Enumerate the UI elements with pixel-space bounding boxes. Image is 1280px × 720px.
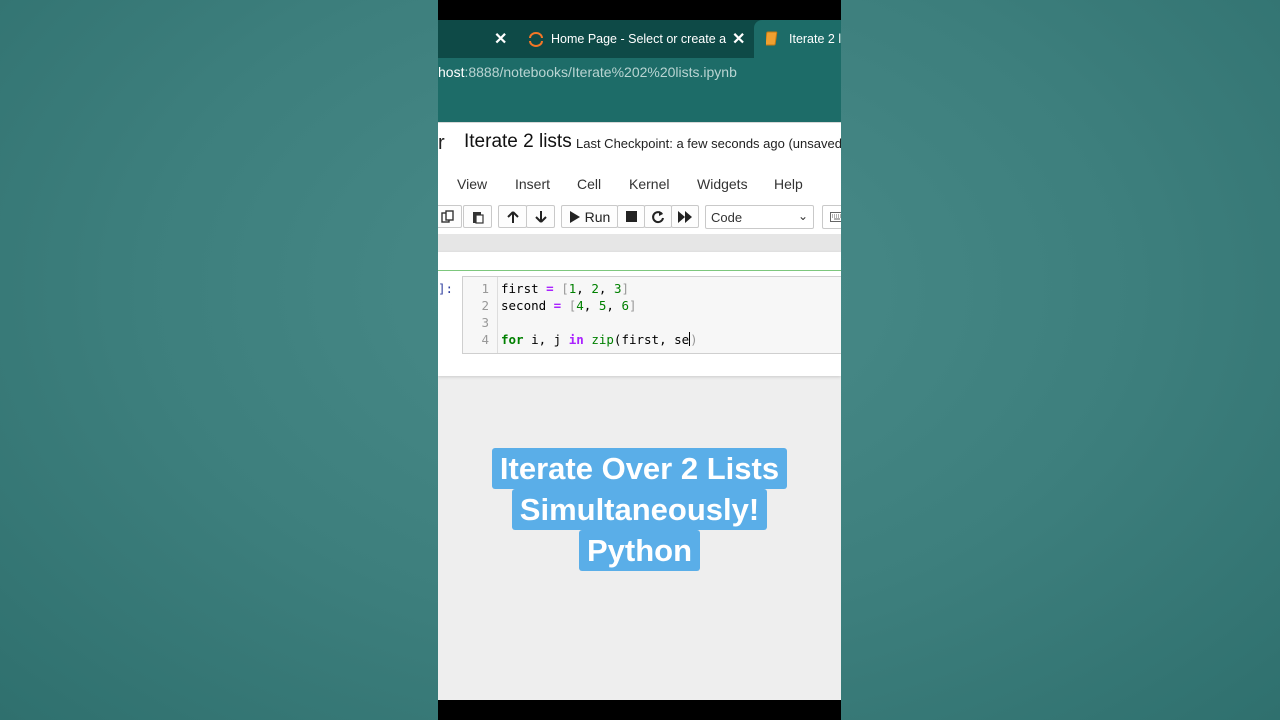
code-token: ] — [628, 298, 637, 313]
code-line-2: second = [4, 5, 6] — [501, 298, 637, 313]
notebook-container: ]: 1 2 3 4 first = [1, 2, 3] second = [4… — [438, 252, 841, 376]
url-text[interactable]: host:8888/notebooks/Iterate%202%20lists.… — [438, 64, 737, 80]
close-tab-icon[interactable]: ✕ — [494, 29, 507, 49]
url-path: :8888/notebooks/Iterate%202%20lists.ipyn… — [464, 64, 737, 80]
jupyter-logo-fragment[interactable]: r — [438, 132, 445, 155]
bottom-letterbox — [438, 700, 841, 720]
arrow-down-icon — [534, 210, 547, 223]
line-number: 1 — [481, 281, 489, 296]
cell-type-select[interactable]: Code ⌄ — [705, 205, 814, 229]
code-token: = — [546, 298, 569, 313]
restart-icon — [652, 210, 664, 223]
notebook-toolbar: Run Code ⌄ — [438, 200, 841, 234]
toolbar-divider — [438, 234, 841, 252]
run-button[interactable]: Run — [561, 205, 618, 228]
jupyter-header: r Iterate 2 lists Last Checkpoint: a few… — [438, 122, 841, 169]
browser-tab-home[interactable]: Home Page - Select or create a n ✕ — [518, 20, 750, 58]
code-editor[interactable]: 1 2 3 4 first = [1, 2, 3] second = [4, 5… — [462, 276, 841, 354]
play-icon — [569, 210, 580, 223]
browser-tab-active[interactable]: Iterate 2 li — [754, 20, 841, 58]
code-token: ) — [690, 332, 698, 347]
code-token: 4 — [576, 298, 584, 313]
line-number: 4 — [481, 332, 489, 347]
caption-line-2: Simultaneously! — [511, 489, 768, 530]
paste-cell-button[interactable] — [463, 205, 492, 228]
code-token: 2 — [591, 281, 599, 296]
code-token: for — [501, 332, 524, 347]
code-token: second — [501, 298, 547, 313]
checkpoint-status: Last Checkpoint: a few seconds ago (unsa… — [576, 136, 841, 151]
url-host: host — [438, 64, 465, 80]
video-caption: Iterate Over 2 Lists Simultaneously! Pyt… — [438, 448, 841, 571]
address-bar[interactable]: host:8888/notebooks/Iterate%202%20lists.… — [438, 58, 841, 86]
code-cell[interactable]: ]: 1 2 3 4 first = [1, 2, 3] second = [4… — [438, 270, 841, 363]
notebook-favicon-icon — [766, 31, 778, 46]
top-letterbox — [438, 0, 841, 20]
code-token: = — [538, 281, 562, 296]
menu-kernel[interactable]: Kernel — [629, 176, 669, 192]
code-token: 6 — [621, 298, 629, 313]
command-palette-button[interactable] — [822, 205, 841, 229]
code-token: first, se — [621, 332, 690, 347]
move-up-button[interactable] — [498, 205, 527, 228]
code-token: zip — [591, 332, 614, 347]
notebook-title[interactable]: Iterate 2 lists — [464, 131, 572, 153]
menu-help[interactable]: Help — [774, 176, 803, 192]
caption-line-1: Iterate Over 2 Lists — [491, 448, 788, 489]
run-label: Run — [584, 208, 611, 225]
code-line-4: for i, j in zip(first, se) — [501, 332, 698, 347]
line-number-gutter: 1 2 3 4 — [463, 277, 498, 353]
restart-button[interactable] — [644, 205, 672, 228]
menu-widgets[interactable]: Widgets — [697, 176, 748, 192]
bookmarks-bar — [438, 86, 841, 122]
code-line-1: first = [1, 2, 3] — [501, 281, 629, 296]
cell-prompt: ]: — [438, 281, 454, 296]
menu-insert[interactable]: Insert — [515, 176, 550, 192]
caption-line-3: Python — [578, 530, 701, 571]
keyboard-icon — [830, 212, 841, 222]
interrupt-button[interactable] — [617, 205, 645, 228]
menu-view[interactable]: View — [457, 176, 487, 192]
close-tab-icon[interactable]: ✕ — [732, 29, 745, 49]
tab-label: Iterate 2 li — [789, 32, 841, 46]
video-frame: ✕ Home Page - Select or create a n ✕ Ite… — [438, 0, 841, 720]
code-token: 5 — [598, 298, 607, 313]
cell-type-value: Code — [711, 210, 743, 225]
code-token: [ — [561, 281, 569, 296]
fast-forward-icon — [678, 210, 692, 223]
code-token: in — [568, 332, 584, 347]
line-number: 3 — [481, 315, 489, 330]
menu-cell[interactable]: Cell — [577, 176, 601, 192]
copy-icon — [441, 209, 454, 223]
browser-tab-strip: ✕ Home Page - Select or create a n ✕ Ite… — [438, 20, 841, 58]
stop-icon — [625, 211, 637, 222]
restart-run-all-button[interactable] — [671, 205, 699, 228]
code-token: first — [501, 281, 539, 296]
copy-cell-button[interactable] — [438, 205, 462, 228]
arrow-up-icon — [506, 210, 519, 223]
browser-tab-partial[interactable]: ✕ — [438, 20, 516, 58]
jupyter-favicon-icon — [529, 32, 543, 47]
line-number: 2 — [481, 298, 489, 313]
chevron-down-icon: ⌄ — [797, 209, 808, 223]
code-token: 1 — [568, 281, 577, 296]
tab-label: Home Page - Select or create a n — [551, 32, 729, 46]
code-token: i, j — [523, 332, 569, 347]
paste-icon — [472, 211, 484, 224]
code-token: ] — [621, 281, 629, 296]
menu-bar: View Insert Cell Kernel Widgets Help — [438, 168, 841, 200]
move-down-button[interactable] — [526, 205, 555, 228]
